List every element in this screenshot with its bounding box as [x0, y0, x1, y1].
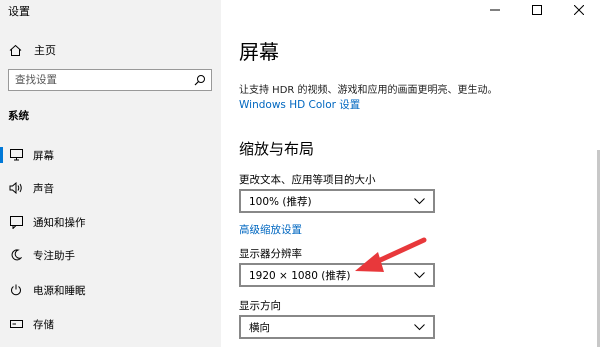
- close-icon: [574, 5, 584, 15]
- power-icon: [9, 283, 23, 297]
- search-input[interactable]: [9, 70, 189, 90]
- minimize-button[interactable]: [474, 0, 516, 20]
- search-field[interactable]: [8, 69, 212, 91]
- orientation-dropdown[interactable]: 横向: [239, 315, 435, 339]
- sidebar-item-sound[interactable]: 声音: [0, 174, 221, 202]
- monitor-icon: [9, 148, 23, 162]
- hdr-description: 让支持 HDR 的视频、游戏和应用的画面更明亮、更生动。: [239, 85, 498, 96]
- sidebar-item-label: 电源和睡眠: [33, 284, 86, 297]
- sidebar-item-label: 屏幕: [33, 149, 54, 162]
- minimize-icon: [490, 9, 500, 11]
- orientation-value: 横向: [249, 321, 270, 334]
- speaker-icon: [9, 181, 23, 195]
- sidebar-item-display[interactable]: 屏幕: [0, 141, 221, 169]
- home-nav-item[interactable]: 主页: [8, 40, 56, 60]
- section-label: 系统: [8, 110, 29, 122]
- search-icon[interactable]: [189, 70, 211, 90]
- maximize-icon: [532, 5, 542, 15]
- storage-icon: [9, 317, 23, 331]
- sidebar-item-storage[interactable]: 存储: [0, 310, 221, 338]
- maximize-button[interactable]: [516, 0, 558, 20]
- orientation-label: 显示方向: [239, 300, 281, 312]
- sidebar-item-label: 专注助手: [33, 249, 75, 262]
- scale-value: 100% (推荐): [249, 195, 312, 208]
- home-label: 主页: [34, 44, 56, 57]
- main-content: 屏幕 让支持 HDR 的视频、游戏和应用的画面更明亮、更生动。 Windows …: [221, 0, 600, 347]
- chevron-down-icon: [413, 269, 425, 281]
- moon-icon: [9, 248, 23, 262]
- close-button[interactable]: [558, 0, 600, 20]
- resolution-label: 显示器分辨率: [239, 248, 302, 260]
- scale-dropdown[interactable]: 100% (推荐): [239, 189, 435, 213]
- advanced-scaling-link[interactable]: 高级缩放设置: [239, 222, 302, 237]
- sidebar: 设置 主页 系统 屏幕 声音 通知和操作 专注助手: [0, 0, 221, 347]
- sidebar-item-label: 存储: [33, 318, 54, 331]
- sidebar-item-label: 通知和操作: [33, 216, 86, 229]
- sidebar-item-notifications[interactable]: 通知和操作: [0, 208, 221, 236]
- page-title: 屏幕: [239, 40, 279, 64]
- window-title: 设置: [8, 5, 30, 18]
- home-icon: [8, 43, 22, 57]
- scale-layout-heading: 缩放与布局: [239, 140, 315, 158]
- scale-label: 更改文本、应用等项目的大小: [239, 174, 376, 186]
- chevron-down-icon: [413, 321, 425, 333]
- sidebar-item-label: 声音: [33, 182, 54, 195]
- notification-icon: [9, 215, 23, 229]
- sidebar-item-focus-assist[interactable]: 专注助手: [0, 241, 221, 269]
- resolution-dropdown[interactable]: 1920 × 1080 (推荐): [239, 263, 435, 287]
- hdr-color-settings-link[interactable]: Windows HD Color 设置: [239, 97, 360, 112]
- resolution-value: 1920 × 1080 (推荐): [249, 269, 351, 282]
- sidebar-item-power-sleep[interactable]: 电源和睡眠: [0, 276, 221, 304]
- chevron-down-icon: [413, 195, 425, 207]
- window-caption-buttons: [474, 0, 600, 20]
